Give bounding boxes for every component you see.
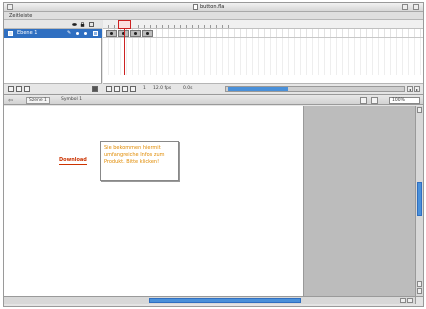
visibility-dot[interactable] (76, 32, 79, 35)
outline-square[interactable] (93, 31, 98, 36)
document-icon (193, 4, 198, 10)
layer-icon (8, 31, 13, 36)
layer-row[interactable]: Ebene 1 ✎ (4, 29, 102, 38)
edit-symbol-icon[interactable] (371, 97, 378, 104)
scroll-right-button[interactable] (407, 298, 413, 303)
frames-empty-area[interactable] (103, 38, 423, 75)
delete-layer-icon[interactable] (92, 86, 98, 92)
scene-breadcrumb[interactable]: Szene 1 (26, 97, 50, 104)
keyframe[interactable] (106, 30, 117, 37)
lock-dot[interactable] (84, 32, 87, 35)
add-layer-icon[interactable] (8, 86, 14, 92)
add-folder-icon[interactable] (24, 86, 30, 92)
current-frame: 1 (143, 86, 146, 91)
frames-status-bar: 1 12.0 fps 0.0s ◂ ▸ (103, 83, 423, 93)
onion-skin-icon[interactable] (114, 86, 120, 92)
edit-scene-icon[interactable] (360, 97, 367, 104)
keyframe[interactable] (142, 30, 153, 37)
center-frame-icon[interactable] (106, 86, 112, 92)
stage-area: Download Sie bekommen hiermit umfangreic… (4, 106, 415, 296)
vertical-scroll-thumb[interactable] (417, 182, 422, 216)
frame-rate: 12.0 fps (153, 86, 172, 91)
edit-bar: ⇦ Szene 1 Symbol 1 100% (4, 94, 423, 105)
edit-multiple-frames-icon[interactable] (130, 86, 136, 92)
elapsed-time: 0.0s (183, 86, 193, 91)
layers-panel: Ebene 1 ✎ (4, 20, 102, 93)
scroll-left-button[interactable]: ◂ (407, 86, 413, 92)
scroll-right-button[interactable]: ▸ (414, 86, 420, 92)
tooltip-line: Sie bekommen hiermit (104, 145, 161, 151)
layers-footer (4, 83, 102, 93)
close-window-button[interactable] (7, 4, 13, 10)
outline-icon[interactable] (89, 22, 94, 27)
resize-corner[interactable] (415, 296, 423, 304)
eye-icon[interactable] (72, 22, 77, 27)
scroll-down-button[interactable] (417, 288, 422, 294)
symbol-breadcrumb[interactable]: Symbol 1 (59, 97, 84, 104)
zoom-window-button[interactable] (402, 4, 408, 10)
scroll-up-button[interactable] (417, 107, 422, 113)
download-button[interactable]: Download (59, 157, 87, 165)
frame-ruler[interactable] (103, 20, 423, 29)
lock-icon[interactable] (80, 22, 85, 27)
stage[interactable]: Download Sie bekommen hiermit umfangreic… (4, 106, 304, 296)
title-bar: button.fla (4, 3, 423, 12)
app-window: button.fla Zeitleiste Ebene 1 ✎ 1 12.0 f… (3, 2, 424, 307)
collapse-window-button[interactable] (413, 4, 419, 10)
frames-panel: 1 12.0 fps 0.0s ◂ ▸ (103, 20, 423, 93)
horizontal-scroll-thumb[interactable] (149, 298, 301, 303)
keyframe[interactable] (130, 30, 141, 37)
playhead[interactable] (118, 20, 131, 29)
back-arrow-icon[interactable]: ⇦ (8, 97, 13, 104)
layers-header (4, 20, 102, 29)
onion-outline-icon[interactable] (122, 86, 128, 92)
vertical-scrollbar[interactable] (415, 106, 423, 296)
zoom-select[interactable]: 100% (389, 97, 420, 104)
timeline-scrollbar[interactable] (225, 86, 405, 92)
tooltip-box[interactable]: Sie bekommen hiermit umfangreiche Infos … (100, 141, 179, 181)
timeline-label: Zeitleiste (9, 13, 33, 19)
playhead-line (124, 29, 125, 75)
timeline-header[interactable]: Zeitleiste (4, 12, 423, 20)
layer-name: Ebene 1 (17, 30, 38, 36)
tooltip-line: Produkt. Bitte klicken! (104, 159, 160, 165)
tooltip-line: umfangreiche Infos zum (104, 152, 165, 158)
timeline-scroll-thumb[interactable] (228, 87, 288, 91)
add-guide-layer-icon[interactable] (16, 86, 22, 92)
pencil-icon: ✎ (67, 30, 72, 36)
horizontal-scrollbar[interactable] (4, 296, 415, 304)
window-title: button.fla (200, 4, 225, 10)
scroll-up-button[interactable] (417, 281, 422, 287)
scroll-left-button[interactable] (400, 298, 406, 303)
